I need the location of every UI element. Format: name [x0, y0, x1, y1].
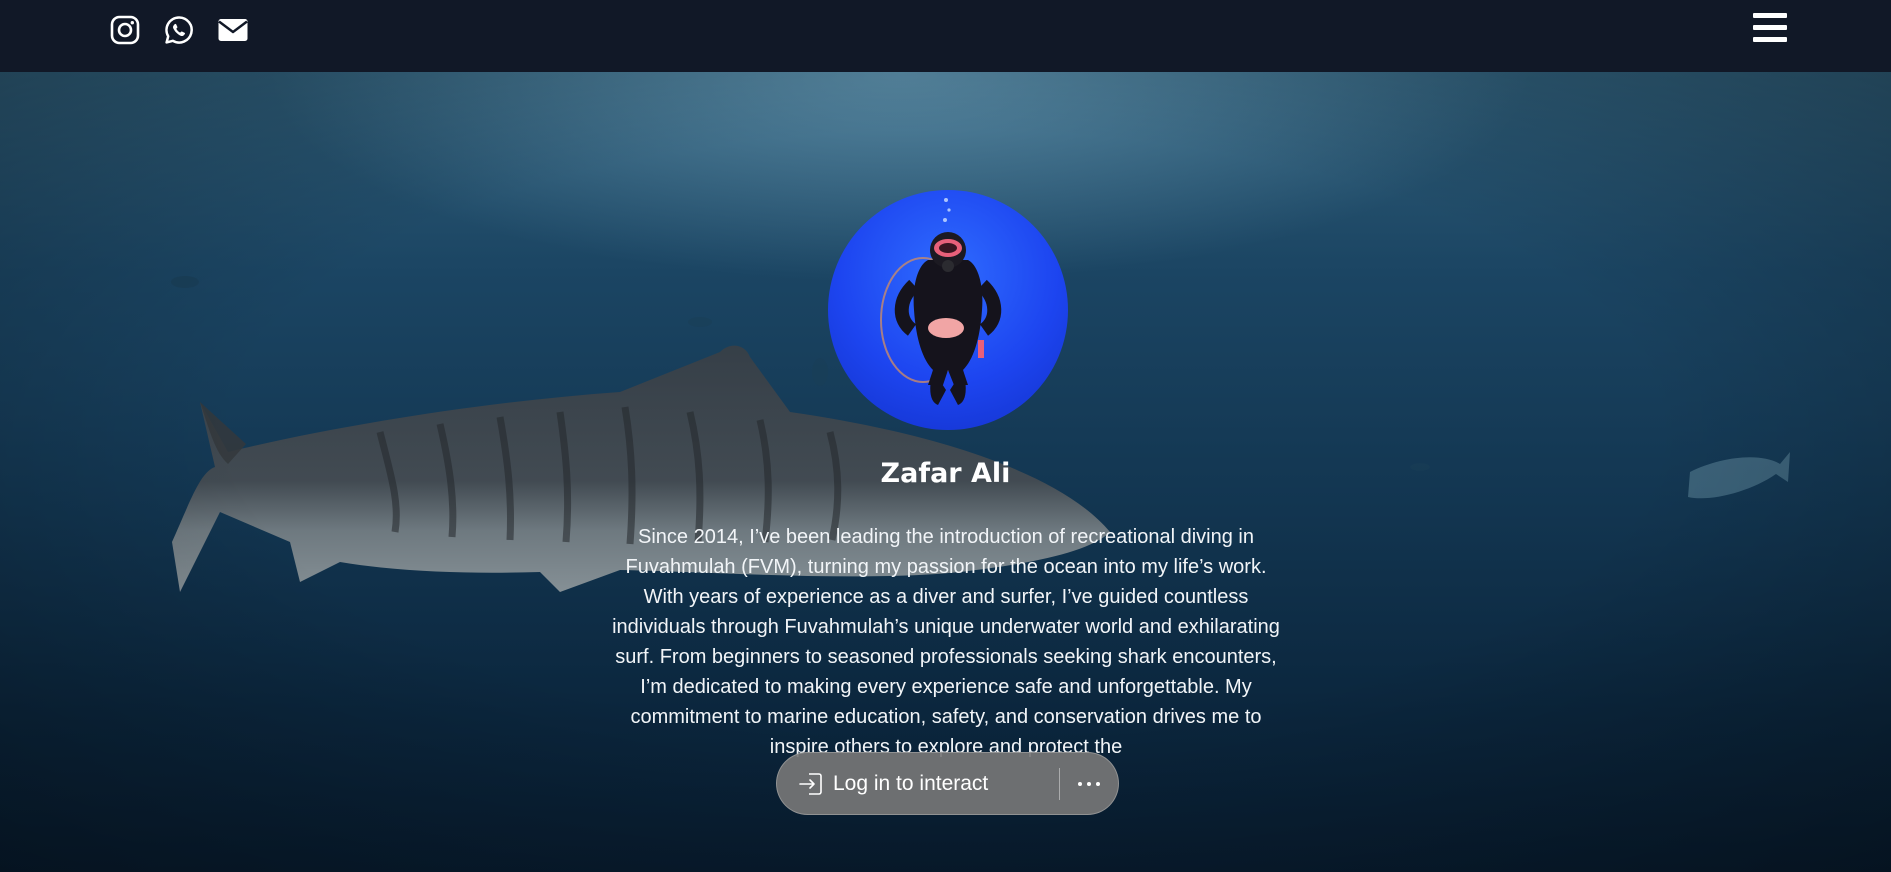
social-links: [109, 14, 249, 46]
profile-avatar: [828, 190, 1068, 430]
instagram-icon[interactable]: [109, 14, 141, 46]
top-navigation-bar: [0, 0, 1891, 72]
whatsapp-icon[interactable]: [163, 14, 195, 46]
login-prompt-bar: Log in to interact: [776, 752, 1119, 815]
hamburger-menu-icon[interactable]: [1753, 13, 1787, 43]
login-label: Log in to interact: [833, 771, 989, 795]
profile-name: Zafar Ali: [880, 458, 1011, 489]
ellipsis-icon[interactable]: [1060, 753, 1118, 814]
login-button[interactable]: Log in to interact: [777, 753, 1059, 814]
envelope-icon[interactable]: [217, 14, 249, 46]
profile-bio: Since 2014, I’ve been leading the introd…: [612, 526, 1280, 758]
login-arrow-icon: [799, 772, 822, 795]
diver-photo: [880, 198, 1002, 405]
